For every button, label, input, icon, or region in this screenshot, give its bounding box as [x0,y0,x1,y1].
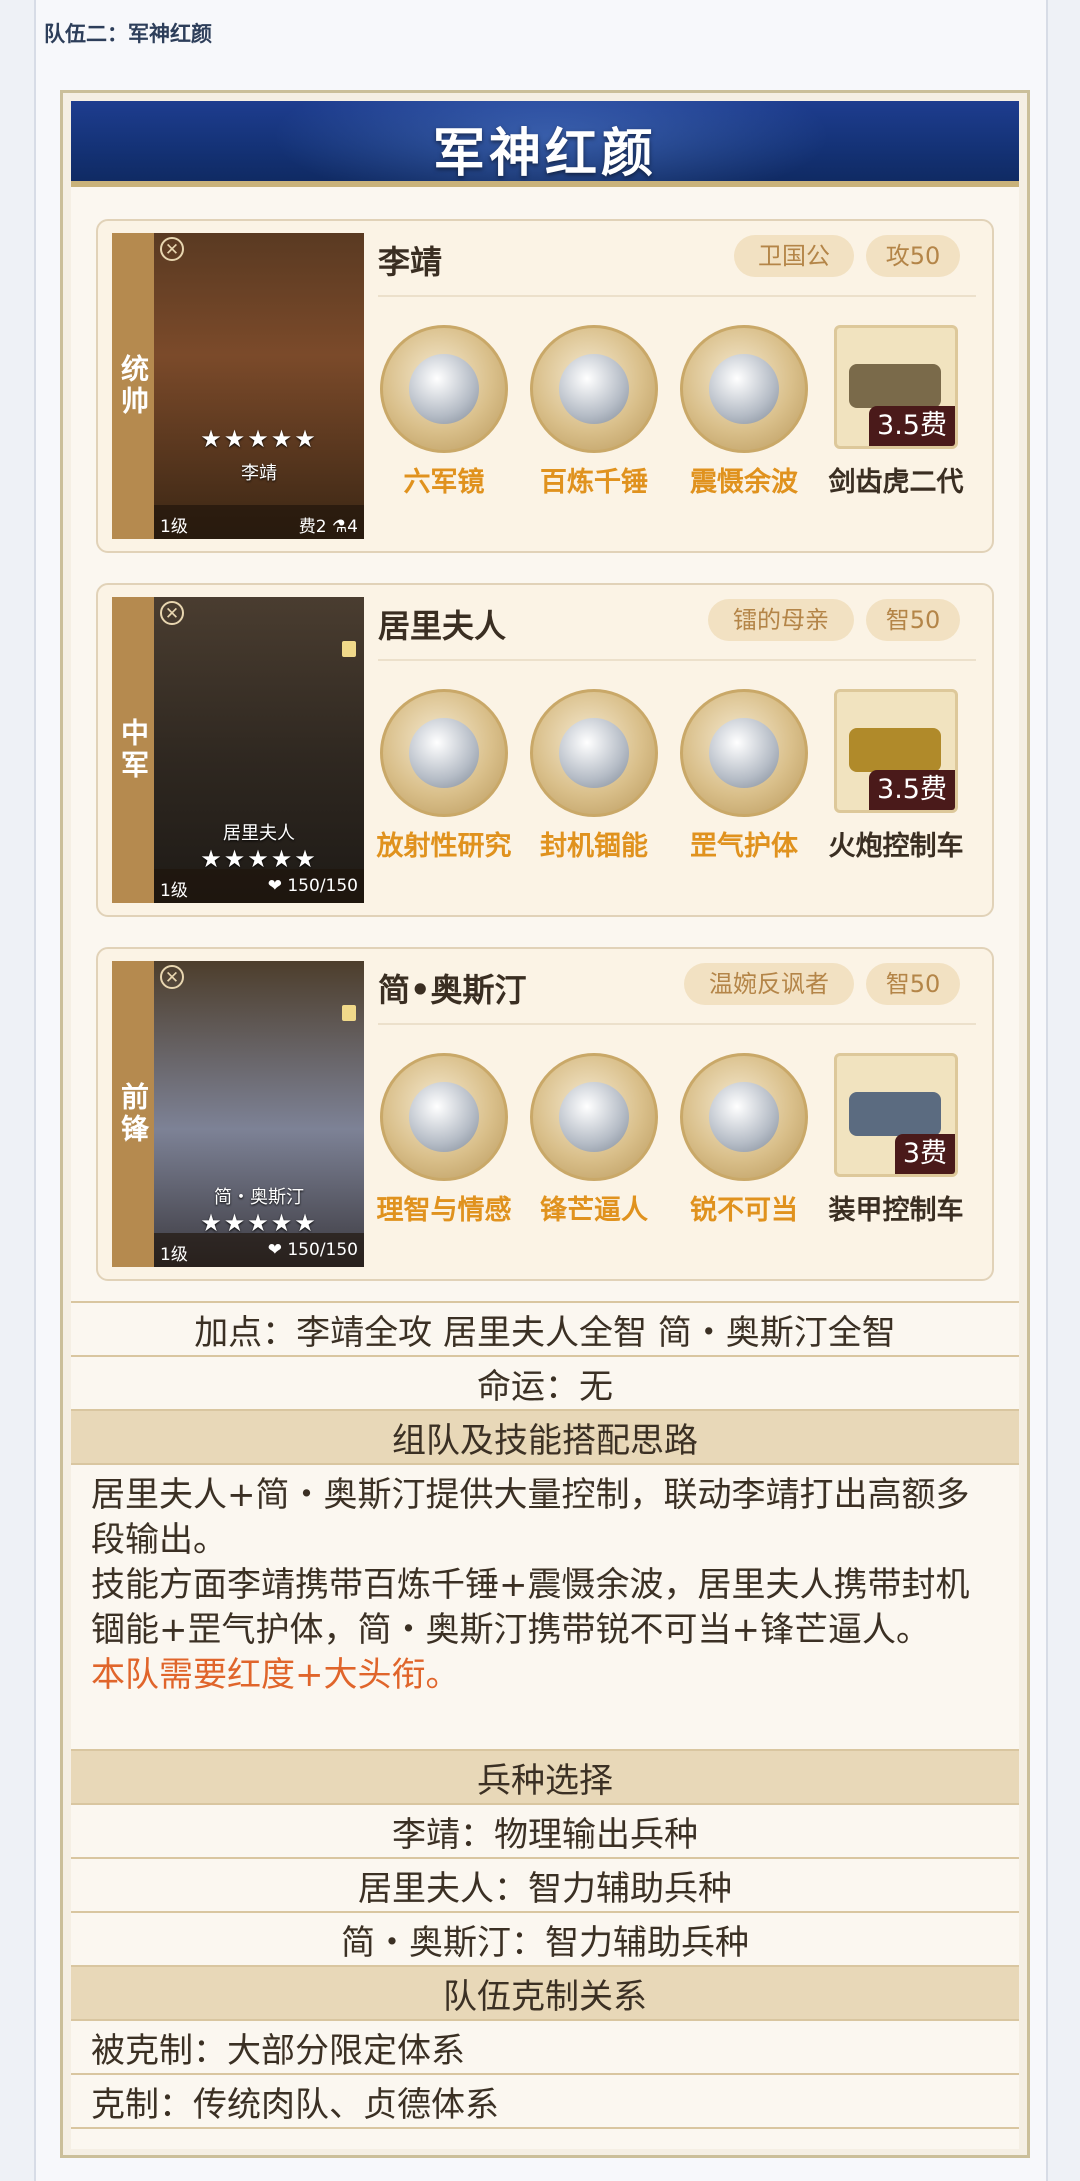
portrait-name: 简・奥斯汀 [214,1187,304,1208]
portrait-name: 李靖 [241,463,277,484]
unit-card[interactable]: 3.5费 [834,689,958,813]
troop-row: 简・奥斯汀：智力辅助兵种 [71,1911,1019,1965]
vehicle-icon [849,1092,941,1136]
unit-name: 火炮控制车 [828,831,964,862]
general-card-lijing: 统帅 ✕ ★★★★★ 李靖 1级 费2 ⚗4 李靖 卫国公 攻50 六军镜 百炼千… [96,219,994,553]
remove-icon[interactable]: ✕ [160,965,184,989]
skill-name: 震慑余波 [690,467,798,498]
general-name: 李靖 [378,243,443,281]
skill-name: 罡气护体 [690,831,798,862]
general-card-austen: 前锋 ✕ 简・奥斯汀 ★★★★★ 1级 ❤ 150/150 简•奥斯汀 温婉反讽者… [96,947,994,1281]
tank-icon [849,364,941,408]
skill-icon[interactable] [380,325,508,453]
general-portrait[interactable]: ✕ ★★★★★ 李靖 1级 费2 ⚗4 [154,233,364,539]
skill-name: 百炼千锤 [540,467,648,498]
title-tag: 卫国公 [734,235,854,277]
skill-icon[interactable] [380,1053,508,1181]
unit-cost: 3.5费 [869,770,955,810]
skill-name: 封机锢能 [540,831,648,862]
title-tag: 温婉反讽者 [684,963,854,1005]
troop-row: 居里夫人：智力辅助兵种 [71,1857,1019,1911]
team-card: 军神红颜 统帅 ✕ ★★★★★ 李靖 1级 费2 ⚗4 李靖 卫国公 攻50 六军… [60,90,1030,2158]
strategy-note: 本队需要红度+大头衔。 [91,1655,460,1695]
skill-icon[interactable] [530,689,658,817]
role-tab: 中军 [112,597,154,903]
skill-name: 锋芒逼人 [540,1195,648,1226]
hp-label: ❤ 150/150 [267,876,358,896]
skill-icon[interactable] [530,1053,658,1181]
star-rating: ★★★★★ [200,425,318,453]
badge-icon [342,1005,356,1021]
team-title: 军神红颜 [432,124,657,184]
fate-row: 命运：无 [71,1355,1019,1409]
remove-icon[interactable]: ✕ [160,237,184,261]
unit-card[interactable]: 3费 [834,1053,958,1177]
stat-tag: 智50 [866,599,960,641]
badge-icon [342,641,356,657]
strategy-paragraph: 技能方面李靖携带百炼千锤+震慑余波，居里夫人携带封机锢能+罡气护体，简・奥斯汀携… [91,1565,970,1650]
general-name: 简•奥斯汀 [378,971,527,1009]
remove-icon[interactable]: ✕ [160,601,184,625]
team-banner: 军神红颜 [71,101,1019,187]
skill-icon[interactable] [680,689,808,817]
skill-icon[interactable] [380,689,508,817]
stat-tag: 攻50 [866,235,960,277]
troop-header: 兵种选择 [71,1749,1019,1803]
unit-cost: 3.5费 [869,406,955,446]
general-card-curie: 中军 ✕ 居里夫人 ★★★★★ 1级 ❤ 150/150 居里夫人 镭的母亲 智5… [96,583,994,917]
counter-header: 队伍克制关系 [71,1965,1019,2019]
points-row: 加点：李靖全攻 居里夫人全智 简・奥斯汀全智 [71,1301,1019,1355]
strategy-header: 组队及技能搭配思路 [71,1409,1019,1463]
stat-tag: 智50 [866,963,960,1005]
portrait-name: 居里夫人 [223,823,295,844]
countered-by-row: 被克制：大部分限定体系 [71,2019,1019,2073]
cost-label: 费2 ⚗4 [298,517,358,537]
skill-name: 放射性研究 [376,831,512,862]
general-name: 居里夫人 [378,607,507,645]
role-tab: 统帅 [112,233,154,539]
unit-cost: 3费 [894,1134,955,1174]
skill-name: 六军镜 [403,467,485,498]
level-label: 1级 [160,517,188,537]
skill-icon[interactable] [680,325,808,453]
troop-row: 李靖：物理输出兵种 [71,1803,1019,1857]
skill-icon[interactable] [680,1053,808,1181]
strategy-paragraph: 居里夫人+简・奥斯汀提供大量控制，联动李靖打出高额多段输出。 [91,1475,970,1560]
hp-label: ❤ 150/150 [267,1240,358,1260]
info-table: 加点：李靖全攻 居里夫人全智 简・奥斯汀全智 命运：无 组队及技能搭配思路 居里… [71,1301,1019,2129]
role-tab: 前锋 [112,961,154,1267]
counters-row: 克制：传统肉队、贞德体系 [71,2073,1019,2127]
skill-name: 锐不可当 [690,1195,798,1226]
level-label: 1级 [160,1245,188,1265]
unit-card[interactable]: 3.5费 [834,325,958,449]
section-title: 队伍二：军神红颜 [44,22,212,46]
strategy-text: 居里夫人+简・奥斯汀提供大量控制，联动李靖打出高额多段输出。 技能方面李靖携带百… [71,1463,1019,1749]
skill-icon[interactable] [530,325,658,453]
unit-name: 装甲控制车 [828,1195,964,1226]
skill-name: 理智与情感 [376,1195,512,1226]
general-portrait[interactable]: ✕ 居里夫人 ★★★★★ 1级 ❤ 150/150 [154,597,364,903]
title-tag: 镭的母亲 [708,599,854,641]
general-portrait[interactable]: ✕ 简・奥斯汀 ★★★★★ 1级 ❤ 150/150 [154,961,364,1267]
unit-name: 剑齿虎二代 [828,467,964,498]
vehicle-icon [849,728,941,772]
level-label: 1级 [160,881,188,901]
